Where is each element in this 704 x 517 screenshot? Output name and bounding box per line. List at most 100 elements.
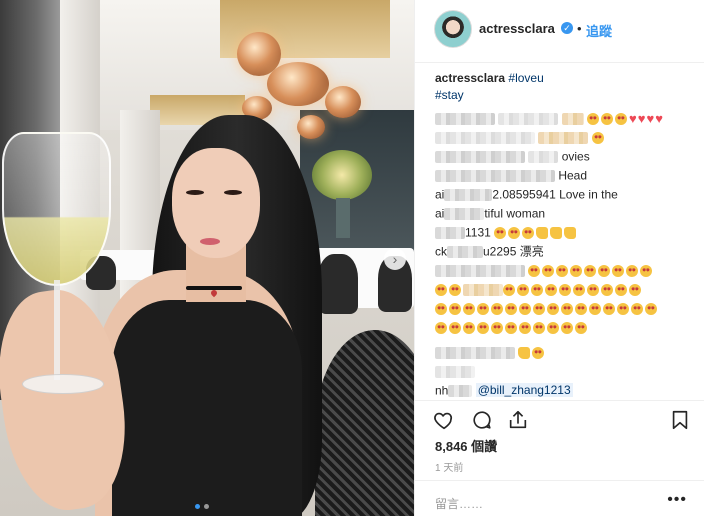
comment-username[interactable]: 1131 xyxy=(465,225,491,239)
red-heart-emoji-icon: ♥ xyxy=(629,111,637,127)
comment-row: ai 2.08595941 Love in the xyxy=(435,186,697,205)
comment-row: ck u2295 漂亮 xyxy=(435,243,697,262)
follow-button[interactable]: 追蹤 xyxy=(586,21,612,40)
instagram-post: › actressclara ✓ • 追蹤 actressclara #love… xyxy=(0,0,704,516)
photo-person-dress xyxy=(112,300,302,516)
comment-text: 2.08595941 Love in the xyxy=(492,187,618,202)
heart-eyes-emoji-icon xyxy=(556,264,569,277)
share-upload-icon[interactable] xyxy=(507,409,529,431)
bookmark-icon[interactable] xyxy=(669,409,691,431)
heart-eyes-emoji-icon xyxy=(598,264,611,277)
blurred-text xyxy=(538,131,589,144)
heart-eyes-emoji-icon xyxy=(626,264,639,277)
comment-text: tiful woman xyxy=(484,206,546,221)
heart-eyes-emoji-icon xyxy=(449,321,461,334)
comments-list[interactable]: actressclara #loveu #stay ♥♥♥♥ ovies Hea… xyxy=(435,70,697,400)
red-heart-emoji-icon: ♥ xyxy=(646,111,655,127)
heart-eyes-emoji-icon xyxy=(542,264,555,277)
blurred-username xyxy=(435,346,515,359)
heart-eyes-emoji-icon xyxy=(503,283,515,296)
photo-wineglass xyxy=(2,132,111,286)
photo-person-lips xyxy=(200,238,220,245)
comment-bubble-icon[interactable] xyxy=(471,409,493,431)
heart-eyes-emoji-icon xyxy=(640,264,653,277)
blurred-text xyxy=(528,150,559,163)
blurred-username xyxy=(435,365,475,378)
thumbs-up-emoji-icon xyxy=(536,226,549,239)
next-slide-chevron-icon[interactable]: › xyxy=(384,248,406,270)
heart-eyes-emoji-icon xyxy=(561,302,573,315)
heart-eyes-emoji-icon xyxy=(617,302,629,315)
comment-row xyxy=(435,344,697,363)
heart-eyes-emoji-icon xyxy=(491,321,503,334)
caption-username[interactable]: actressclara xyxy=(435,71,505,85)
comment-row: Head xyxy=(435,167,697,186)
comment-username[interactable]: u2295 xyxy=(483,244,516,258)
comment-text: 漂亮 xyxy=(519,244,544,259)
comment-username[interactable]: ai xyxy=(435,187,444,201)
red-heart-emoji-icon: ♥ xyxy=(637,111,646,127)
heart-eyes-emoji-icon xyxy=(601,283,613,296)
add-comment-input[interactable]: 留言…… xyxy=(435,495,483,512)
heart-eyes-emoji-icon xyxy=(533,302,545,315)
post-photo[interactable]: › xyxy=(0,0,414,516)
comment-row xyxy=(435,363,697,382)
caption-hashtag[interactable]: #loveu xyxy=(508,71,543,85)
heart-eyes-emoji-icon xyxy=(547,302,559,315)
photo-person-eye xyxy=(186,190,204,195)
heart-eyes-emoji-icon xyxy=(528,264,541,277)
comment-row: ai tiful woman xyxy=(435,205,697,224)
heart-eyes-emoji-icon xyxy=(463,302,475,315)
carousel-dot-active xyxy=(195,504,200,509)
heart-eyes-emoji-icon xyxy=(477,321,489,334)
comment-row xyxy=(435,281,697,300)
comment-row: nh @bill_zhang1213 xyxy=(435,382,697,400)
more-options-icon[interactable]: ••• xyxy=(667,491,687,509)
red-heart-emoji-icon: ♥ xyxy=(655,111,663,127)
photo-chair xyxy=(315,330,414,516)
comment-row xyxy=(435,129,697,148)
heart-eyes-emoji-icon xyxy=(449,283,461,296)
photo-lamp xyxy=(267,62,329,106)
heart-eyes-emoji-icon xyxy=(531,283,543,296)
comment-username[interactable]: ai xyxy=(435,206,444,220)
heart-eyes-emoji-icon xyxy=(584,264,597,277)
heart-eyes-emoji-icon xyxy=(435,321,447,334)
profile-avatar[interactable] xyxy=(434,10,472,48)
blurred-username xyxy=(435,169,555,182)
blurred-text xyxy=(561,112,584,125)
heart-outline-icon[interactable] xyxy=(433,409,455,431)
likes-count[interactable]: 8,846 個讚 xyxy=(435,436,497,455)
blurred-username xyxy=(435,226,465,239)
thumbs-up-emoji-icon xyxy=(550,226,563,239)
header-username[interactable]: actressclara xyxy=(479,21,555,36)
post-timestamp: 1 天前 xyxy=(435,463,464,474)
carousel-dots xyxy=(195,504,209,509)
heart-eyes-emoji-icon xyxy=(477,302,489,315)
heart-eyes-emoji-icon xyxy=(463,321,475,334)
heart-eyes-emoji-icon xyxy=(505,321,517,334)
heart-eyes-emoji-icon xyxy=(435,302,447,315)
caption-hashtag[interactable]: #stay xyxy=(435,88,464,102)
blurred-text xyxy=(463,283,503,296)
comment-mention[interactable]: @bill_zhang1213 xyxy=(475,383,573,397)
heart-eyes-emoji-icon xyxy=(601,112,614,125)
heart-eyes-emoji-icon xyxy=(435,283,447,296)
photo-person-eye xyxy=(224,190,242,195)
comment-username[interactable]: ck xyxy=(435,244,447,258)
heart-eyes-emoji-icon xyxy=(545,283,557,296)
blurred-username xyxy=(448,384,473,397)
heart-eyes-emoji-icon xyxy=(559,283,571,296)
heart-eyes-emoji-icon xyxy=(519,302,531,315)
add-comment-bar: 留言…… ••• xyxy=(415,480,704,517)
comment-username[interactable]: nh xyxy=(435,383,448,397)
blurred-username xyxy=(444,188,493,201)
thumbs-up-emoji-icon xyxy=(564,226,577,239)
heart-eyes-emoji-icon xyxy=(631,302,643,315)
photo-wineglass-stem xyxy=(54,280,60,380)
blurred-username xyxy=(435,150,525,163)
heart-eyes-emoji-icon xyxy=(587,283,599,296)
photo-wineglass-foot xyxy=(22,374,104,394)
heart-eyes-emoji-icon xyxy=(603,302,615,315)
comment-row: 1131 xyxy=(435,224,697,243)
